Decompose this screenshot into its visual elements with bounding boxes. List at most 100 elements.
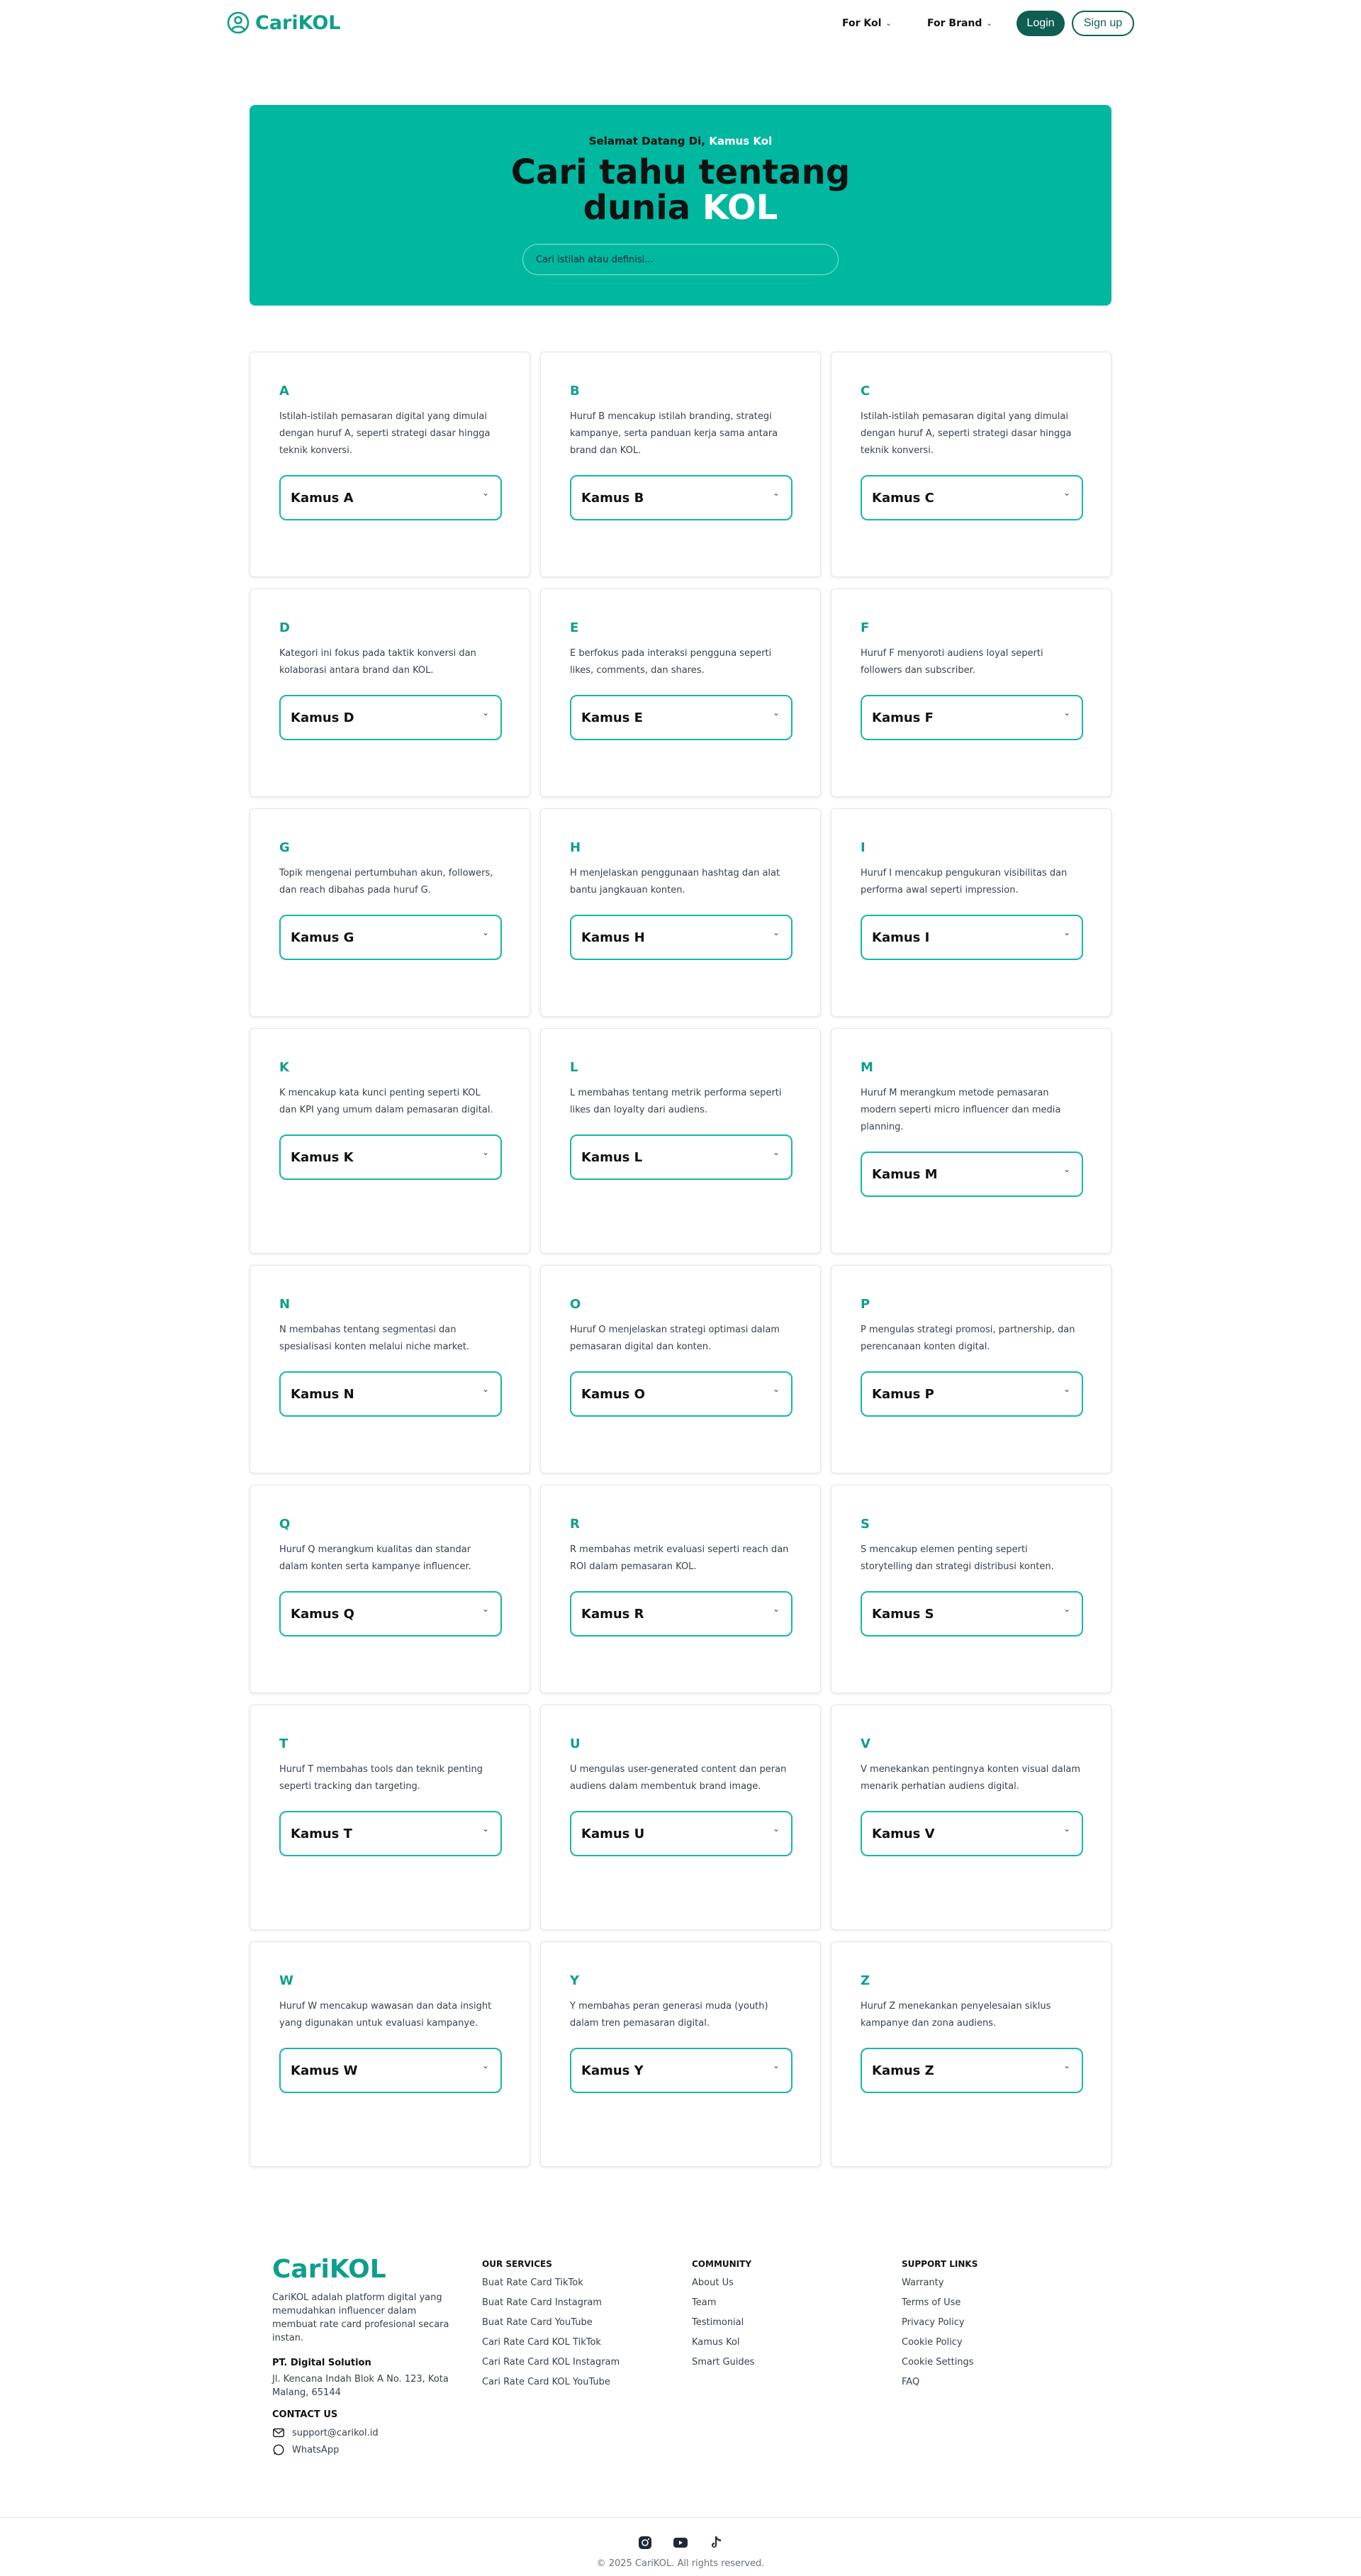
card-description: Huruf Z menekankan penyelesaian siklus k…	[861, 2001, 1051, 2029]
footer-community-link[interactable]: Team	[692, 2293, 754, 2313]
kamus-dropdown[interactable]: Kamus T ⌄	[279, 1811, 502, 1856]
chevron-down-icon: ⌄	[772, 1604, 780, 1614]
kamus-dropdown-label: Kamus V	[872, 1826, 935, 1841]
kamus-dropdown[interactable]: Kamus V ⌄	[861, 1811, 1083, 1856]
footer-support-heading: SUPPORT LINKS	[902, 2259, 978, 2269]
kamus-dropdown[interactable]: Kamus R ⌄	[570, 1591, 792, 1637]
kamus-dropdown[interactable]: Kamus Z ⌄	[861, 2048, 1083, 2093]
kamus-dropdown[interactable]: Kamus I ⌄	[861, 915, 1083, 960]
card-letter: F	[861, 620, 870, 635]
kamus-dropdown[interactable]: Kamus G ⌄	[279, 915, 502, 960]
chevron-down-icon: ⌄	[481, 927, 489, 937]
card-letter: R	[570, 1517, 580, 1532]
kamus-dropdown[interactable]: Kamus Y ⌄	[570, 2048, 792, 2093]
kamus-card: V V menekankan pentingnya konten visual d…	[831, 1705, 1111, 1930]
nav-for-brand-dropdown[interactable]: For Brand ⌄	[927, 18, 992, 29]
card-letter: K	[279, 1060, 289, 1075]
kamus-dropdown-label: Kamus M	[872, 1166, 938, 1182]
kamus-dropdown[interactable]: Kamus M ⌄	[861, 1152, 1083, 1197]
signup-button[interactable]: Sign up	[1072, 11, 1134, 36]
card-description: H menjelaskan penggunaan hashtag dan ala…	[570, 868, 780, 896]
footer-email-link[interactable]: support@carikol.id	[272, 2424, 464, 2441]
chevron-down-icon: ⌄	[772, 1384, 780, 1394]
card-description: Huruf W mencakup wawasan dan data insigh…	[279, 2001, 492, 2029]
footer-services-link[interactable]: Buat Rate Card YouTube	[482, 2313, 620, 2333]
kamus-dropdown[interactable]: Kamus D ⌄	[279, 695, 502, 740]
card-letter: A	[279, 384, 289, 398]
kamus-dropdown[interactable]: Kamus Q ⌄	[279, 1591, 502, 1637]
tiktok-icon[interactable]	[707, 2534, 724, 2551]
kamus-card: O Huruf O menjelaskan strategi optimasi d…	[540, 1265, 821, 1473]
kamus-card: B Huruf B mencakup istilah branding, stra…	[540, 352, 821, 577]
chevron-down-icon: ⌄	[481, 1604, 489, 1614]
kamus-dropdown-label: Kamus B	[581, 490, 644, 506]
kamus-dropdown[interactable]: Kamus L ⌄	[570, 1134, 792, 1180]
footer-support-link[interactable]: FAQ	[902, 2373, 978, 2392]
instagram-icon[interactable]	[637, 2534, 654, 2551]
card-description: Topik mengenai pertumbuhan akun, followe…	[279, 868, 493, 896]
footer-support-link[interactable]: Privacy Policy	[902, 2313, 978, 2333]
footer-community-link[interactable]: Smart Guides	[692, 2353, 754, 2373]
footer-community-link[interactable]: About Us	[692, 2273, 754, 2293]
kamus-dropdown[interactable]: Kamus A ⌄	[279, 475, 502, 520]
youtube-icon[interactable]	[672, 2534, 689, 2551]
kamus-dropdown[interactable]: Kamus O ⌄	[570, 1371, 792, 1417]
hero-title-highlight: KOL	[702, 188, 778, 228]
footer-services-link[interactable]: Buat Rate Card TikTok	[482, 2273, 620, 2293]
kamus-dropdown[interactable]: Kamus B ⌄	[570, 475, 792, 520]
kamus-card: A Istilah-istilah pemasaran digital yang …	[250, 352, 530, 577]
kamus-dropdown[interactable]: Kamus P ⌄	[861, 1371, 1083, 1417]
kamus-card: T Huruf T membahas tools dan teknik penti…	[250, 1705, 530, 1930]
search-input[interactable]	[522, 244, 839, 275]
card-letter: Q	[279, 1517, 291, 1532]
card-description: P mengulas strategi promosi, partnership…	[861, 1325, 1075, 1352]
card-letter: S	[861, 1517, 870, 1532]
footer-logo[interactable]: CariKOL	[272, 2255, 464, 2284]
kamus-dropdown[interactable]: Kamus W ⌄	[279, 2048, 502, 2093]
card-letter: U	[570, 1736, 581, 1751]
brand-name: CariKOL	[255, 11, 341, 34]
chevron-down-icon: ⌄	[481, 2061, 489, 2070]
card-letter: Y	[570, 1973, 580, 1988]
footer-support-link[interactable]: Cookie Settings	[902, 2353, 978, 2373]
kamus-dropdown-label: Kamus R	[581, 1606, 644, 1622]
kamus-dropdown[interactable]: Kamus E ⌄	[570, 695, 792, 740]
footer-services-link[interactable]: Cari Rate Card KOL TikTok	[482, 2333, 620, 2353]
nav-for-kol-dropdown[interactable]: For Kol ⌄	[842, 18, 892, 29]
footer-community-link[interactable]: Kamus Kol	[692, 2333, 754, 2353]
kamus-dropdown-label: Kamus F	[872, 710, 934, 725]
footer-services-link[interactable]: Cari Rate Card KOL YouTube	[482, 2373, 620, 2392]
kamus-dropdown-label: Kamus I	[872, 930, 930, 945]
footer-services-link[interactable]: Buat Rate Card Instagram	[482, 2293, 620, 2313]
chevron-down-icon: ⌄	[481, 1384, 489, 1394]
kamus-dropdown-label: Kamus P	[872, 1386, 934, 1402]
kamus-dropdown-label: Kamus O	[581, 1386, 645, 1402]
footer-whatsapp-link[interactable]: WhatsApp	[272, 2441, 464, 2458]
mail-icon	[273, 2428, 284, 2438]
kamus-dropdown[interactable]: Kamus H ⌄	[570, 915, 792, 960]
kamus-card: I Huruf I mencakup pengukuran visibilitas…	[831, 808, 1111, 1017]
footer-services-link[interactable]: Cari Rate Card KOL Instagram	[482, 2353, 620, 2373]
footer-support-link[interactable]: Cookie Policy	[902, 2333, 978, 2353]
card-description: L membahas tentang metrik performa seper…	[570, 1088, 782, 1115]
kamus-dropdown[interactable]: Kamus K ⌄	[279, 1134, 502, 1180]
kamus-dropdown[interactable]: Kamus F ⌄	[861, 695, 1083, 740]
login-button[interactable]: Login	[1016, 11, 1065, 36]
kamus-dropdown[interactable]: Kamus U ⌄	[570, 1811, 792, 1856]
footer-support-link[interactable]: Warranty	[902, 2273, 978, 2293]
chevron-down-icon: ⌄	[1063, 1164, 1070, 1174]
kamus-card: R R membahas metrik evaluasi seperti reac…	[540, 1485, 821, 1693]
card-letter: C	[861, 384, 870, 398]
nav-for-kol-label: For Kol	[842, 18, 882, 29]
kamus-card: Q Huruf Q merangkum kualitas dan standar …	[250, 1485, 530, 1693]
kamus-dropdown[interactable]: Kamus C ⌄	[861, 475, 1083, 520]
card-letter: P	[861, 1297, 870, 1312]
card-description: Huruf F menyoroti audiens loyal seperti …	[861, 648, 1043, 676]
chevron-down-icon: ⌄	[1063, 2061, 1070, 2070]
kamus-dropdown[interactable]: Kamus S ⌄	[861, 1591, 1083, 1637]
footer-community-link[interactable]: Testimonial	[692, 2313, 754, 2333]
footer-support-link[interactable]: Terms of Use	[902, 2293, 978, 2313]
logo-link[interactable]: CariKOL	[227, 11, 340, 34]
kamus-dropdown[interactable]: Kamus N ⌄	[279, 1371, 502, 1417]
hero-kicker-prefix: Selamat Datang Di	[588, 135, 702, 147]
